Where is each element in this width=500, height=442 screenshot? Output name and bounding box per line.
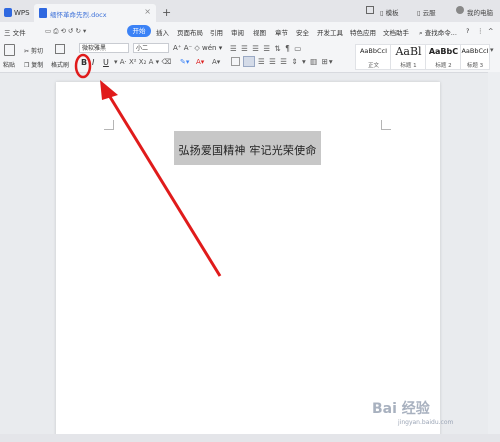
annotation-overlay: [74, 53, 222, 277]
baidu-watermark: Bai 经验: [372, 401, 430, 417]
highlight-circle: [74, 53, 92, 79]
baidu-watermark-url: jingyan.baidu.com: [398, 419, 454, 426]
annotation-arrow-head: [100, 80, 118, 100]
annotation-arrow-shaft: [105, 91, 222, 277]
status-bar: [0, 434, 500, 442]
